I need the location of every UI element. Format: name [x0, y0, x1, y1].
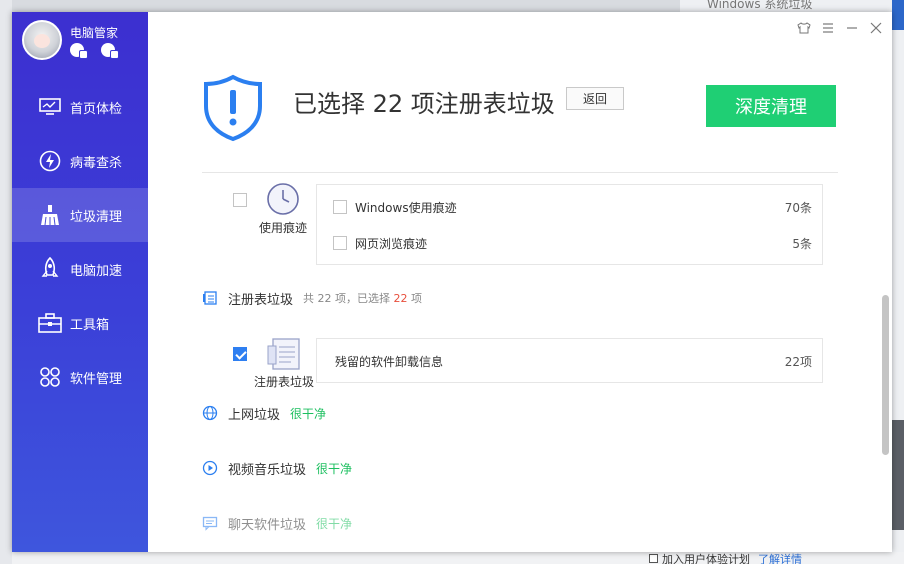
row-checkbox[interactable]: [333, 236, 347, 250]
shield-warning-icon: [202, 74, 264, 142]
sidebar-item-toolbox[interactable]: 工具箱: [12, 296, 148, 350]
page-title: 已选择 22 项注册表垃圾: [293, 90, 555, 118]
avatar[interactable]: [22, 20, 62, 60]
row-checkbox[interactable]: [333, 200, 347, 214]
category-title: 聊天软件垃圾: [228, 517, 307, 533]
sidebar-item-cleanup[interactable]: 垃圾清理: [12, 188, 148, 242]
registry-document-icon: [267, 338, 300, 370]
row-count: 5条: [792, 237, 812, 251]
play-icon: [202, 460, 218, 476]
sidebar-item-label: 软件管理: [70, 371, 123, 387]
status-badge: 很干净: [316, 461, 353, 476]
apps-icon: [38, 365, 62, 389]
cleanup-list: 使用痕迹 Windows使用痕迹 70条 网页浏览痕迹 5条 注册表垃圾 共 2…: [148, 172, 892, 552]
sidebar-item-label: 电脑加速: [70, 263, 123, 279]
rocket-icon: [38, 257, 62, 281]
registry-sub-label: 注册表垃圾: [253, 375, 314, 389]
phone-sync-icon[interactable]: [101, 43, 120, 59]
status-badge: 很干净: [316, 516, 353, 531]
user-profile[interactable]: 电脑管家: [22, 20, 148, 64]
category-summary: 共 22 项，已选择 22 项: [303, 292, 423, 305]
result-header: 已选择 22 项注册表垃圾 返回 深度清理: [148, 12, 892, 172]
row-name: 残留的软件卸载信息: [335, 355, 444, 369]
back-button[interactable]: 返回: [566, 87, 624, 110]
chat-icon: [202, 515, 218, 531]
category-chat[interactable]: 聊天软件垃圾 很干净: [202, 511, 352, 535]
app-window: 电脑管家 首页体检 病毒查杀 垃圾清理 电脑加速 工具箱 软件管理 已选择 22…: [12, 12, 892, 552]
background-window-right: [892, 0, 904, 564]
status-badge: 很干净: [290, 406, 327, 421]
background-link[interactable]: 了解详情: [758, 553, 802, 564]
registry-checkbox[interactable]: [233, 347, 247, 361]
background-checkbox-label: 加入用户体验计划: [662, 553, 750, 564]
registry-icon: [202, 290, 218, 306]
selected-count: 22: [393, 292, 408, 305]
background-title: Windows 系统垃圾: [707, 0, 813, 11]
scrollbar[interactable]: [882, 295, 889, 455]
usage-traces-group: 使用痕迹: [258, 182, 308, 236]
sidebar: 电脑管家 首页体检 病毒查杀 垃圾清理 电脑加速 工具箱 软件管理: [12, 12, 148, 552]
sidebar-item-software[interactable]: 软件管理: [12, 350, 148, 404]
category-registry[interactable]: 注册表垃圾 共 22 项，已选择 22 项: [202, 286, 422, 310]
category-title: 注册表垃圾: [228, 292, 294, 308]
row-count: 22项: [784, 355, 812, 369]
background-window-top: Windows 系统垃圾: [680, 0, 892, 12]
sidebar-item-label: 工具箱: [70, 317, 110, 333]
background-window-bottom: 加入用户体验计划 了解详情: [12, 552, 904, 564]
main-content: 已选择 22 项注册表垃圾 返回 深度清理 使用痕迹 Windows使用痕迹 7…: [148, 12, 892, 552]
broom-icon: [38, 203, 62, 227]
registry-details: 残留的软件卸载信息 22项: [316, 338, 823, 383]
usage-traces-label: 使用痕迹: [258, 221, 307, 235]
sidebar-item-label: 垃圾清理: [70, 209, 123, 225]
sidebar-item-label: 首页体检: [70, 101, 123, 117]
category-web[interactable]: 上网垃圾 很干净: [202, 401, 326, 425]
row-name: 网页浏览痕迹: [355, 237, 428, 251]
sidebar-item-label: 病毒查杀: [70, 155, 123, 171]
clock-icon: [267, 183, 299, 215]
user-account-icon[interactable]: [70, 43, 88, 59]
toolbox-icon: [38, 311, 62, 335]
sidebar-item-checkup[interactable]: 首页体检: [12, 80, 148, 134]
category-title: 上网垃圾: [228, 407, 281, 423]
lightning-icon: [38, 149, 62, 173]
list-item[interactable]: Windows使用痕迹 70条: [317, 189, 822, 225]
background-checkbox[interactable]: [649, 554, 658, 563]
monitor-icon: [38, 95, 62, 119]
sidebar-item-virus[interactable]: 病毒查杀: [12, 134, 148, 188]
usage-traces-details: Windows使用痕迹 70条 网页浏览痕迹 5条: [316, 184, 823, 265]
row-count: 70条: [784, 201, 812, 215]
deep-clean-button[interactable]: 深度清理: [706, 85, 836, 127]
list-item[interactable]: 网页浏览痕迹 5条: [317, 225, 822, 261]
list-item[interactable]: 残留的软件卸载信息 22项: [317, 343, 822, 379]
category-media[interactable]: 视频音乐垃圾 很干净: [202, 456, 352, 480]
app-name: 电脑管家: [70, 26, 119, 40]
row-name: Windows使用痕迹: [355, 201, 457, 215]
registry-group: 注册表垃圾: [252, 338, 316, 390]
background-window-left: [0, 0, 12, 564]
sidebar-nav: 首页体检 病毒查杀 垃圾清理 电脑加速 工具箱 软件管理: [12, 80, 148, 404]
globe-icon: [202, 405, 218, 421]
usage-traces-checkbox[interactable]: [233, 193, 247, 207]
sidebar-item-speedup[interactable]: 电脑加速: [12, 242, 148, 296]
category-title: 视频音乐垃圾: [228, 462, 307, 478]
